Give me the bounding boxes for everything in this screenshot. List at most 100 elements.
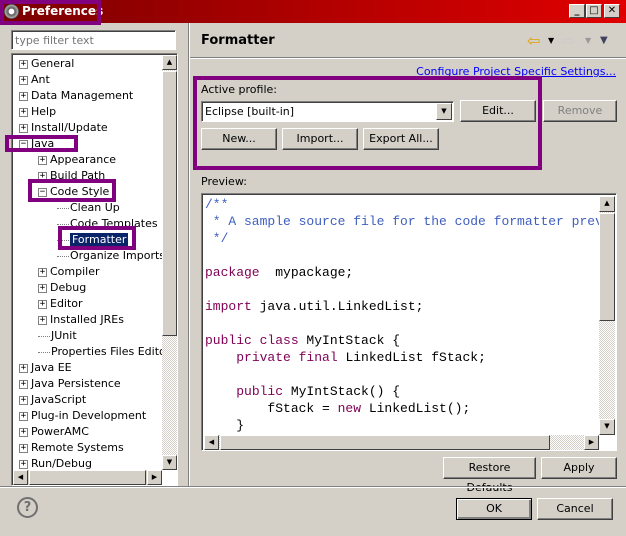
preview-hscrollbar[interactable]: ◀ ▶ — [204, 435, 599, 450]
highlight-formatter — [58, 226, 136, 250]
minimize-button[interactable]: _ — [569, 4, 585, 18]
code-line: public MyIntStack() { — [205, 383, 599, 400]
maximize-button[interactable]: □ — [586, 4, 602, 18]
tree-item[interactable]: + Java EE — [19, 360, 72, 376]
filter-input[interactable] — [11, 30, 176, 50]
expand-icon[interactable]: + — [19, 379, 28, 389]
tree-item-label: Editor — [50, 297, 83, 310]
tree-item[interactable]: + Ant — [19, 72, 50, 88]
code-line: import java.util.LinkedList; — [205, 298, 599, 315]
tree-connector — [57, 223, 69, 225]
expand-icon[interactable]: + — [38, 155, 47, 165]
cancel-button[interactable]: Cancel — [537, 498, 613, 520]
code-token: MyIntStack() { — [283, 384, 401, 399]
highlight-java — [5, 135, 78, 152]
tree-item-label: Properties Files Editor — [51, 345, 171, 358]
tree-connector — [57, 255, 69, 257]
tree-item[interactable]: + Data Management — [19, 88, 133, 104]
code-token: MyIntStack { — [298, 333, 401, 348]
code-token: */ — [205, 231, 229, 246]
expand-icon[interactable]: + — [38, 283, 47, 293]
tree-item-label: JavaScript — [31, 393, 87, 406]
tree-item[interactable]: + Debug — [38, 280, 86, 296]
tree-item[interactable]: + Editor — [38, 296, 83, 312]
expand-icon[interactable]: + — [38, 267, 47, 277]
tree-item[interactable]: + General — [19, 56, 74, 72]
preview-label: Preview: — [201, 175, 247, 188]
tree-item[interactable]: + Compiler — [38, 264, 100, 280]
tree-item-label: Installed JREs — [50, 313, 124, 326]
code-token: private final — [236, 350, 338, 365]
remove-button[interactable]: Remove — [543, 100, 617, 122]
expand-icon[interactable]: + — [19, 59, 28, 69]
tree-connector — [38, 335, 50, 337]
expand-icon[interactable]: + — [19, 411, 28, 421]
page-title: Formatter — [201, 33, 275, 48]
tree-item[interactable]: + Appearance — [38, 152, 116, 168]
tree-vscrollbar[interactable]: ▲ ▼ — [162, 55, 177, 470]
tree-item-label: General — [31, 57, 75, 70]
tree-item-label: Clean Up — [70, 201, 120, 214]
tree-item[interactable]: + Installed JREs — [38, 312, 124, 328]
tree-connector — [38, 351, 50, 353]
expand-icon[interactable]: + — [19, 427, 28, 437]
tree-item[interactable]: + PowerAMC — [19, 424, 89, 440]
expand-icon[interactable]: + — [38, 315, 47, 325]
tree-item[interactable]: JUnit — [38, 328, 77, 344]
code-line: * A sample source file for the code form… — [205, 213, 599, 230]
forward-icon[interactable]: ⇨ — [562, 31, 575, 50]
close-button[interactable]: ✕ — [604, 4, 620, 18]
tree-item[interactable]: Properties Files Editor — [38, 344, 170, 360]
tree-item-label: Organize Imports — [70, 249, 166, 262]
tree-connector — [57, 207, 69, 209]
tree-item-label: Appearance — [50, 153, 117, 166]
expand-icon[interactable]: + — [38, 299, 47, 309]
expand-icon[interactable]: + — [19, 91, 28, 101]
tree-item[interactable]: + JavaScript — [19, 392, 86, 408]
code-token: public — [236, 384, 284, 399]
highlight-profile-box — [193, 76, 542, 170]
ok-button[interactable]: OK — [456, 498, 532, 520]
code-token: public class — [205, 333, 299, 348]
view-menu-icon[interactable]: ▼ — [600, 35, 608, 46]
tree-item[interactable]: + Install/Update — [19, 120, 108, 136]
code-token: java.util.LinkedList; — [251, 299, 424, 314]
tree-item-label: Install/Update — [31, 121, 108, 134]
back-icon[interactable]: ⇦ — [527, 31, 540, 50]
tree-item-label: Compiler — [50, 265, 100, 278]
preview-pane: /** * A sample source file for the code … — [201, 193, 617, 451]
restore-defaults-button[interactable]: Restore Defaults — [443, 457, 536, 494]
expand-icon[interactable]: + — [19, 363, 28, 373]
expand-icon[interactable]: + — [19, 395, 28, 405]
expand-icon[interactable]: + — [19, 459, 28, 469]
tree-item[interactable]: + Java Persistence — [19, 376, 121, 392]
forward-menu-icon[interactable]: ▼ — [585, 36, 591, 45]
code-token: } — [205, 418, 245, 433]
back-menu-icon[interactable]: ▼ — [548, 36, 554, 45]
tree-item[interactable]: Clean Up — [57, 200, 120, 216]
preview-vscrollbar[interactable]: ▲ ▼ — [599, 196, 615, 435]
code-token: LinkedList fStack; — [337, 350, 486, 365]
tree-item[interactable]: + Remote Systems — [19, 440, 124, 456]
expand-icon[interactable]: + — [19, 443, 28, 453]
code-token: fStack = — [205, 401, 338, 416]
tree-hscrollbar[interactable]: ◀ ▶ — [13, 470, 162, 485]
preference-tree: + General + Ant + Data Management + Help + Instal… — [11, 53, 178, 486]
code-line: */ — [205, 230, 599, 247]
expand-icon[interactable]: + — [19, 123, 28, 133]
tree-item[interactable]: + Help — [19, 104, 56, 120]
apply-button[interactable]: Apply — [541, 457, 617, 479]
help-icon[interactable]: ? — [17, 497, 38, 518]
tree-item-label: JUnit — [51, 329, 77, 342]
expand-icon[interactable]: + — [19, 107, 28, 117]
tree-item-label: Data Management — [31, 89, 134, 102]
expand-icon[interactable]: + — [19, 75, 28, 85]
highlight-code-style — [28, 179, 116, 202]
tree-item[interactable]: + Plug-in Development — [19, 408, 146, 424]
tree-item[interactable]: Organize Imports — [57, 248, 165, 264]
tree-item-label: Debug — [50, 281, 87, 294]
